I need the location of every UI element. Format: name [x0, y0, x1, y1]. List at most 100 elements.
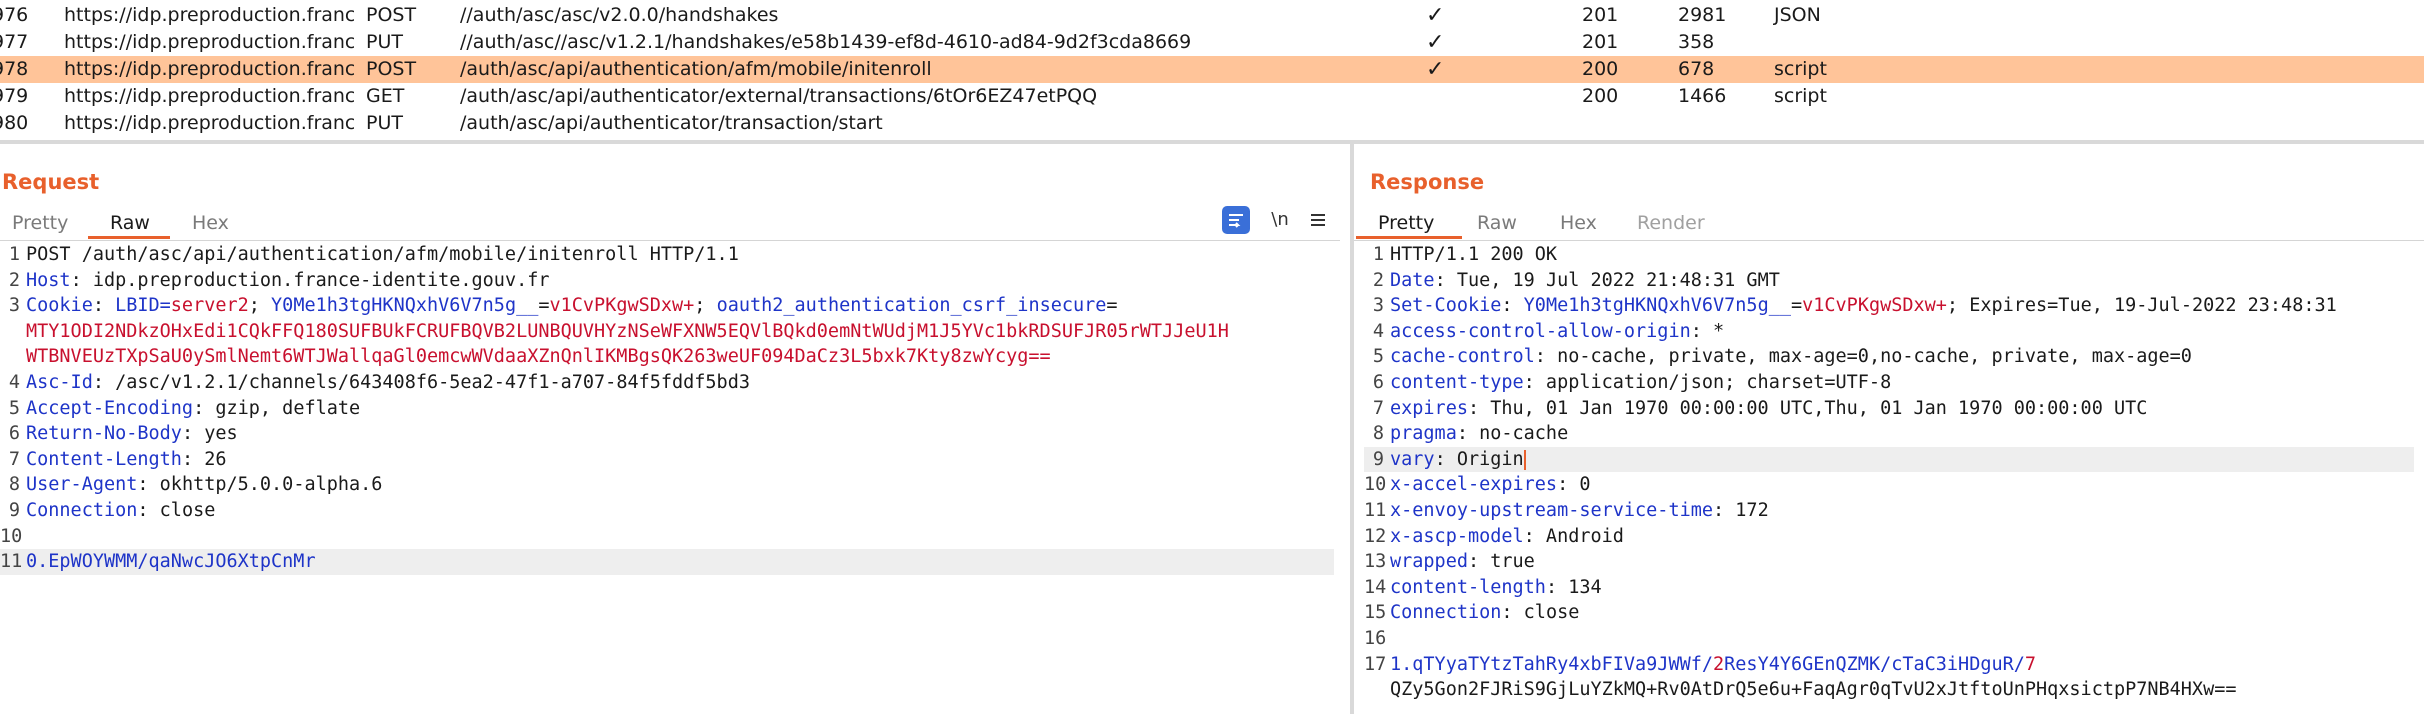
header-name: Asc-Id	[26, 371, 93, 393]
row-status: 201	[1582, 31, 1619, 53]
history-row-980[interactable]: 980 https://idp.preproduction.franc... P…	[0, 110, 2424, 137]
tab-divider	[0, 240, 1340, 241]
cookie-equals: =	[538, 295, 550, 317]
menu-icon[interactable]	[1308, 206, 1336, 234]
tab-response-pretty[interactable]: Pretty	[1378, 212, 1434, 234]
header-value: Android	[1534, 525, 1624, 547]
row-number: 977	[0, 31, 29, 53]
row-method: GET	[366, 85, 405, 107]
header-name: Content-Length	[26, 448, 182, 470]
tab-response-hex[interactable]: Hex	[1560, 212, 1597, 234]
row-edited-check-icon: ✓	[1426, 3, 1445, 28]
row-method: POST	[366, 58, 417, 80]
row-method: PUT	[366, 112, 403, 134]
row-url: /auth/asc/api/authenticator/external/tra…	[460, 85, 1098, 107]
tab-request-pretty[interactable]: Pretty	[12, 212, 68, 234]
row-mime: JSON	[1774, 4, 1821, 26]
tab-request-raw[interactable]: Raw	[110, 212, 150, 234]
history-row-979[interactable]: 979 https://idp.preproduction.franc... G…	[0, 83, 2424, 110]
response-line-8: 8 pragma: no-cache	[1372, 423, 1569, 445]
request-line-3-wrap-2: WTBNVEUzTXpSaU0ySmlNemt6WTJWallqaGl0emcw…	[0, 344, 1350, 370]
header-name: x-ascp-model	[1390, 525, 1524, 547]
row-url: //auth/asc//asc/v1.2.1/handshakes/e58b14…	[460, 31, 1192, 53]
proxy-history-table: 976 https://idp.preproduction.franc... P…	[0, 0, 2424, 140]
response-line-6: 6 content-type: application/json; charset…	[1372, 371, 1892, 393]
header-value: close	[148, 499, 216, 521]
header-value: gzip, deflate	[204, 397, 361, 419]
history-row-977[interactable]: 977 https://idp.preproduction.franc... P…	[0, 29, 2424, 56]
response-line-3: 3 Set-Cookie: Y0Me1h3tgHKNQxhV6V7n5g__=v1…	[1372, 295, 2337, 317]
header-name: vary	[1390, 448, 1435, 470]
cookie-name: Y0Me1h3tgHKNQxhV6V7n5g__	[271, 295, 539, 317]
header-name: User-Agent	[26, 474, 138, 496]
response-body: 1.qTYyaTYtzTahRy4xbFIVa9JWWf/	[1390, 653, 1714, 675]
response-line-15: 15 Connection: close	[1364, 602, 1580, 624]
request-line-2: 2 Host: idp.preproduction.france-identite…	[8, 269, 550, 291]
tab-divider	[1354, 240, 2424, 241]
tab-response-raw[interactable]: Raw	[1477, 212, 1517, 234]
response-panel: Response Pretty Raw Hex Render 1 HTTP/1.1…	[1354, 144, 2424, 714]
header-value: 0	[1568, 474, 1591, 496]
row-url: /auth/asc/api/authenticator/transaction/…	[460, 112, 883, 134]
response-body-token: 2	[1713, 653, 1725, 675]
header-name: wrapped	[1390, 551, 1468, 573]
row-status: 200	[1582, 58, 1619, 80]
request-line-10: 10	[0, 525, 23, 547]
cookie-attributes: ; Expires=Tue, 19-Jul-2022 23:48:31	[1946, 295, 2337, 317]
header-value: *	[1701, 320, 1725, 342]
history-row-976[interactable]: 976 https://idp.preproduction.franc... P…	[0, 2, 2424, 29]
row-host: https://idp.preproduction.franc...	[64, 85, 354, 107]
header-value: close	[1512, 602, 1580, 624]
history-row-978-selected[interactable]: 978 https://idp.preproduction.franc... P…	[0, 56, 2424, 83]
response-line-12: 12 x-ascp-model: Android	[1364, 525, 1624, 547]
response-title: Response	[1370, 170, 1485, 194]
pretty-print-icon[interactable]	[1222, 206, 1250, 234]
cookie-value: server2	[170, 295, 249, 317]
header-value: application/json; charset=UTF-8	[1534, 371, 1892, 393]
header-value: yes	[193, 423, 238, 445]
header-value: 172	[1724, 499, 1769, 521]
row-length: 678	[1678, 58, 1715, 80]
header-name: content-type	[1390, 371, 1524, 393]
response-line-14: 14 content-length: 134	[1364, 576, 1602, 598]
row-host: https://idp.preproduction.franc...	[64, 112, 354, 134]
row-url: //auth/asc/asc/v2.0.0/handshakes	[460, 4, 779, 26]
row-length: 2981	[1678, 4, 1727, 26]
newline-toggle-icon[interactable]: \n	[1266, 206, 1294, 234]
header-value: Tue, 19 Jul 2022 21:48:31 GMT	[1445, 269, 1780, 291]
request-line-8: 8 User-Agent: okhttp/5.0.0-alpha.6	[8, 474, 383, 496]
row-status: 201	[1582, 4, 1619, 26]
header-name: Return-No-Body	[26, 423, 182, 445]
header-name: cache-control	[1390, 346, 1535, 368]
header-name: Accept-Encoding	[26, 397, 194, 419]
row-number: 978	[0, 58, 29, 80]
row-length: 358	[1678, 31, 1715, 53]
header-value: Thu, 01 Jan 1970 00:00:00 UTC,Thu, 01 Ja…	[1479, 397, 2148, 419]
row-number: 979	[0, 85, 29, 107]
header-name: pragma	[1390, 423, 1457, 445]
request-line-text: POST /auth/asc/api/authentication/afm/mo…	[26, 244, 739, 265]
row-number: 980	[0, 112, 29, 134]
header-name: Set-Cookie	[1390, 295, 1502, 317]
header-value: no-cache	[1467, 423, 1569, 445]
row-url: /auth/asc/api/authentication/afm/mobile/…	[460, 58, 932, 80]
tab-request-hex[interactable]: Hex	[192, 212, 229, 234]
row-host: https://idp.preproduction.franc...	[64, 31, 354, 53]
response-line-4: 4 access-control-allow-origin: *	[1372, 320, 1725, 342]
response-line-11: 11 x-envoy-upstream-service-time: 172	[1364, 499, 1769, 521]
header-value: no-cache, private, max-age=0,no-cache, p…	[1545, 346, 2192, 368]
response-line-17: 17 1.qTYyaTYtzTahRy4xbFIVa9JWWf/2ResY4Y6G…	[1364, 653, 2037, 675]
response-line-16: 16	[1364, 627, 1387, 649]
header-name: expires	[1390, 397, 1468, 419]
header-value: 134	[1557, 576, 1602, 598]
request-editor[interactable]: 1 POST /auth/asc/api/authentication/afm/m…	[0, 242, 1350, 575]
header-name: Connection	[1390, 602, 1502, 624]
response-line-9: 9 vary: Origin	[1364, 446, 2414, 473]
tab-response-render[interactable]: Render	[1637, 212, 1705, 234]
request-line-11: 11 0.EpWOYWMM/qaNwcJO6XtpCnMr	[0, 549, 1334, 575]
header-name: Date	[1390, 269, 1435, 291]
response-editor[interactable]: 1 HTTP/1.1 200 OK 2 Date: Tue, 19 Jul 2022…	[1364, 242, 2424, 703]
response-line-5: 5 cache-control: no-cache, private, max-a…	[1372, 346, 2192, 368]
response-line-10: 10 x-accel-expires: 0	[1364, 474, 1591, 496]
response-line-17-wrap: QZy5Gon2FJRiS9GjLuYZkMQ+Rv0AtDrQ5e6u+Faq…	[1364, 677, 2424, 703]
